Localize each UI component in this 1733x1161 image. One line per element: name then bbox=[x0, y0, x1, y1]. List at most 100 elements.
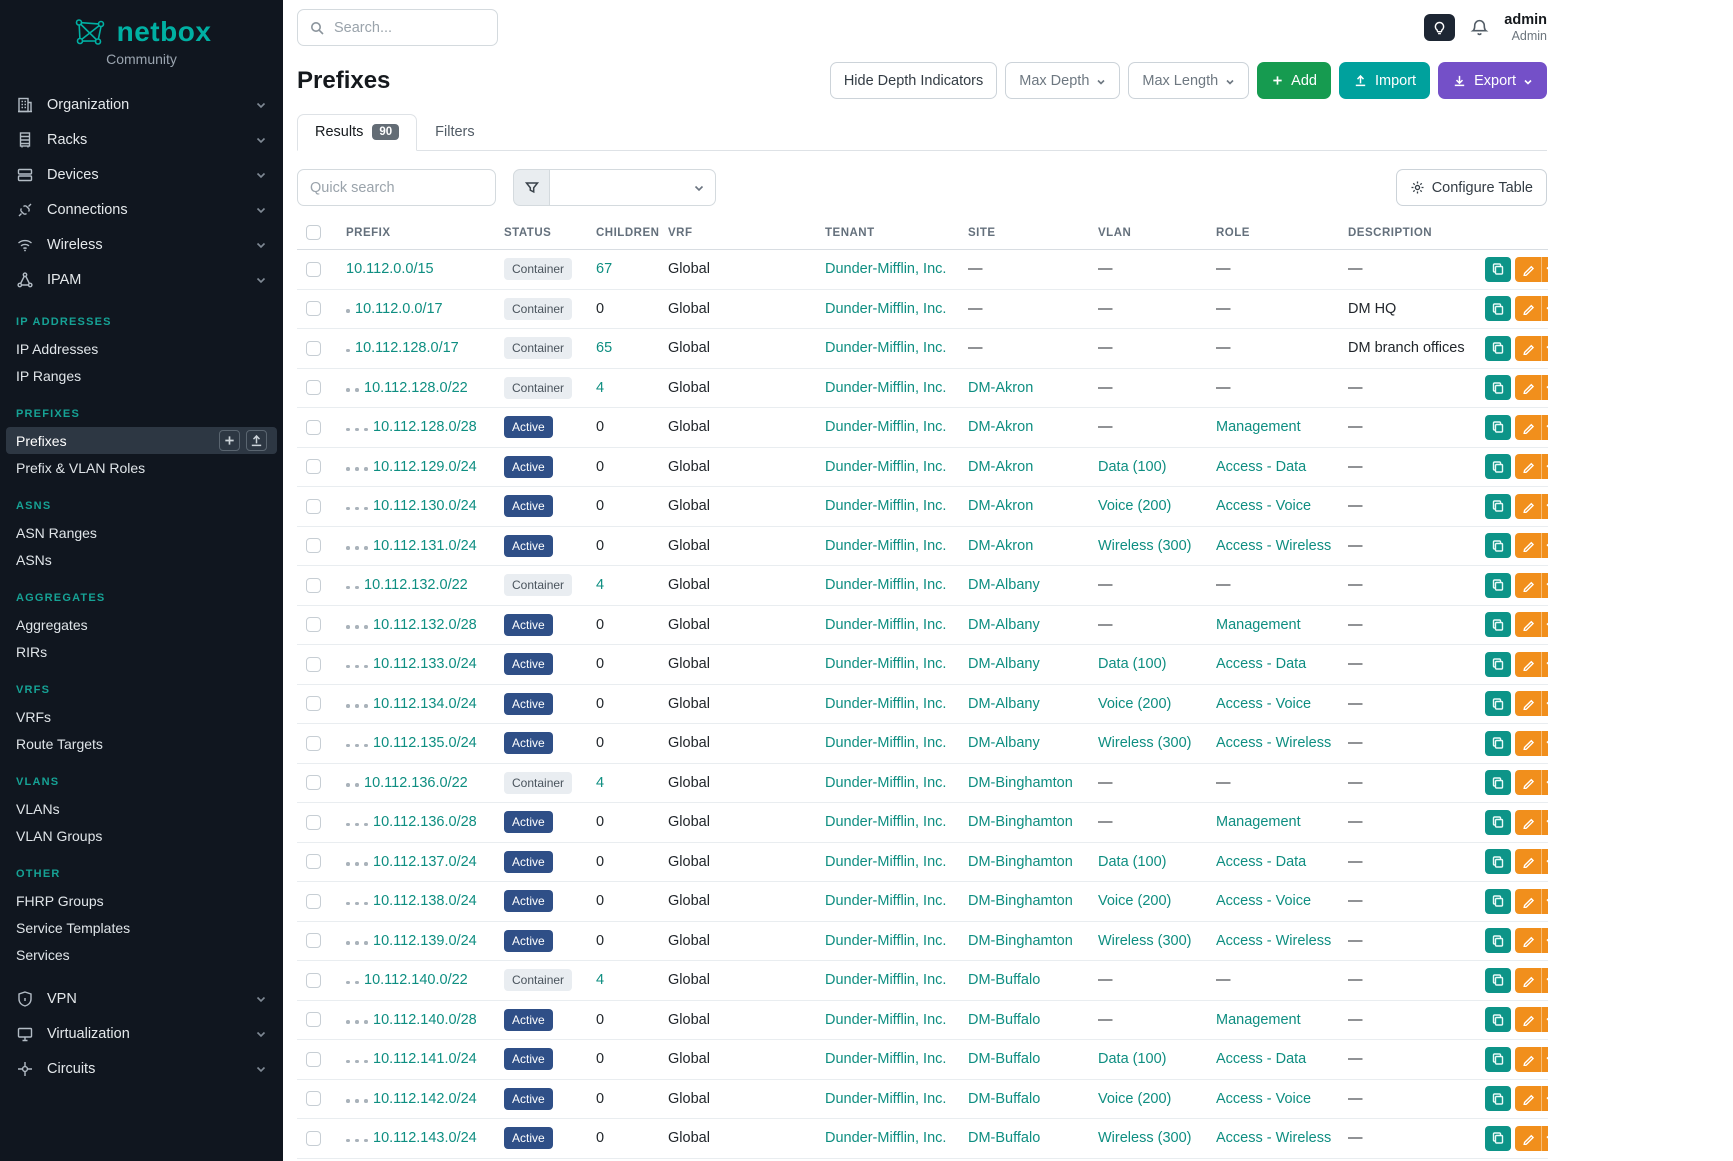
role-link[interactable]: Management bbox=[1216, 814, 1301, 830]
prefix-link[interactable]: 10.112.129.0/24 bbox=[373, 459, 477, 475]
sidebar-item-service-templates[interactable]: Service Templates bbox=[0, 914, 283, 941]
children-count[interactable]: 4 bbox=[596, 972, 604, 988]
prefix-link[interactable]: 10.112.132.0/28 bbox=[373, 617, 477, 633]
row-checkbox[interactable] bbox=[306, 736, 321, 751]
sidebar-item-prefixes[interactable]: Prefixes bbox=[6, 427, 277, 454]
max-length-button[interactable]: Max Length bbox=[1128, 62, 1249, 99]
hide-depth-indicators-button[interactable]: Hide Depth Indicators bbox=[830, 62, 997, 99]
sidebar-item-services[interactable]: Services bbox=[0, 941, 283, 968]
configure-table-button[interactable]: Configure Table bbox=[1396, 169, 1547, 206]
children-count[interactable]: 0 bbox=[596, 656, 604, 672]
row-checkbox[interactable] bbox=[306, 341, 321, 356]
row-checkbox[interactable] bbox=[306, 617, 321, 632]
prefix-link[interactable]: 10.112.143.0/24 bbox=[373, 1130, 477, 1146]
row-checkbox[interactable] bbox=[306, 775, 321, 790]
site-link[interactable]: DM-Binghamton bbox=[968, 933, 1073, 949]
tenant-link[interactable]: Dunder-Mifflin, Inc. bbox=[825, 577, 946, 593]
role-link[interactable]: Management bbox=[1216, 419, 1301, 435]
vlan-link[interactable]: — bbox=[1098, 340, 1113, 356]
quick-search-input[interactable] bbox=[297, 169, 496, 206]
chevron-down-icon[interactable] bbox=[1541, 928, 1548, 953]
site-link[interactable]: DM-Binghamton bbox=[968, 775, 1073, 791]
children-count[interactable]: 0 bbox=[596, 933, 604, 949]
role-link[interactable]: Access - Data bbox=[1216, 656, 1306, 672]
tenant-link[interactable]: Dunder-Mifflin, Inc. bbox=[825, 775, 946, 791]
edit-button[interactable] bbox=[1515, 849, 1548, 874]
role-link[interactable]: Access - Voice bbox=[1216, 893, 1311, 909]
role-link[interactable]: Access - Voice bbox=[1216, 498, 1311, 514]
edit-button[interactable] bbox=[1515, 612, 1548, 637]
role-link[interactable]: Access - Wireless bbox=[1216, 1130, 1331, 1146]
site-link[interactable]: DM-Akron bbox=[968, 380, 1033, 396]
bell-icon[interactable] bbox=[1470, 18, 1489, 37]
edit-button[interactable] bbox=[1515, 691, 1548, 716]
brand[interactable]: netbox Community bbox=[0, 0, 283, 71]
copy-button[interactable] bbox=[1485, 336, 1511, 361]
vlan-link[interactable]: Voice (200) bbox=[1098, 696, 1171, 712]
role-link[interactable]: — bbox=[1216, 380, 1231, 396]
site-link[interactable]: DM-Albany bbox=[968, 577, 1040, 593]
chevron-down-icon[interactable] bbox=[1541, 691, 1548, 716]
site-link[interactable]: DM-Buffalo bbox=[968, 972, 1040, 988]
sidebar-group-wireless[interactable]: Wireless bbox=[0, 227, 283, 262]
prefix-link[interactable]: 10.112.128.0/28 bbox=[373, 419, 477, 435]
edit-button[interactable] bbox=[1515, 770, 1548, 795]
edit-button[interactable] bbox=[1515, 494, 1548, 519]
role-link[interactable]: Access - Voice bbox=[1216, 1091, 1311, 1107]
children-count[interactable]: 0 bbox=[596, 1091, 604, 1107]
prefix-link[interactable]: 10.112.138.0/24 bbox=[373, 893, 477, 909]
children-count[interactable]: 0 bbox=[596, 696, 604, 712]
copy-button[interactable] bbox=[1485, 1007, 1511, 1032]
site-link[interactable]: DM-Binghamton bbox=[968, 814, 1073, 830]
edit-button[interactable] bbox=[1515, 454, 1548, 479]
role-link[interactable]: — bbox=[1216, 301, 1231, 317]
import-button[interactable]: Import bbox=[1339, 62, 1430, 99]
tenant-link[interactable]: Dunder-Mifflin, Inc. bbox=[825, 854, 946, 870]
prefix-link[interactable]: 10.112.133.0/24 bbox=[373, 656, 477, 672]
sidebar-item-aggregates[interactable]: Aggregates bbox=[0, 611, 283, 638]
tenant-link[interactable]: Dunder-Mifflin, Inc. bbox=[825, 972, 946, 988]
chevron-down-icon[interactable] bbox=[1541, 257, 1548, 282]
chevron-down-icon[interactable] bbox=[1541, 889, 1548, 914]
prefix-link[interactable]: 10.112.136.0/22 bbox=[364, 775, 468, 791]
site-link[interactable]: — bbox=[968, 301, 983, 317]
copy-button[interactable] bbox=[1485, 849, 1511, 874]
row-checkbox[interactable] bbox=[306, 380, 321, 395]
role-link[interactable]: — bbox=[1216, 972, 1231, 988]
chevron-down-icon[interactable] bbox=[1541, 731, 1548, 756]
site-link[interactable]: DM-Buffalo bbox=[968, 1012, 1040, 1028]
role-link[interactable]: Access - Wireless bbox=[1216, 538, 1331, 554]
site-link[interactable]: DM-Albany bbox=[968, 696, 1040, 712]
tenant-link[interactable]: Dunder-Mifflin, Inc. bbox=[825, 656, 946, 672]
tenant-link[interactable]: Dunder-Mifflin, Inc. bbox=[825, 1012, 946, 1028]
copy-button[interactable] bbox=[1485, 928, 1511, 953]
tenant-link[interactable]: Dunder-Mifflin, Inc. bbox=[825, 814, 946, 830]
copy-button[interactable] bbox=[1485, 257, 1511, 282]
site-link[interactable]: DM-Akron bbox=[968, 538, 1033, 554]
edit-button[interactable] bbox=[1515, 257, 1548, 282]
role-link[interactable]: Access - Data bbox=[1216, 459, 1306, 475]
tab-results[interactable]: Results 90 bbox=[297, 114, 417, 151]
copy-button[interactable] bbox=[1485, 691, 1511, 716]
site-link[interactable]: DM-Albany bbox=[968, 617, 1040, 633]
sidebar-item-vlan-groups[interactable]: VLAN Groups bbox=[0, 822, 283, 849]
edit-button[interactable] bbox=[1515, 573, 1548, 598]
tenant-link[interactable]: Dunder-Mifflin, Inc. bbox=[825, 1130, 946, 1146]
search-input[interactable] bbox=[334, 20, 486, 36]
select-all-checkbox[interactable] bbox=[306, 225, 321, 240]
sidebar-group-connections[interactable]: Connections bbox=[0, 192, 283, 227]
chevron-down-icon[interactable] bbox=[1541, 612, 1548, 637]
column-header-role[interactable]: Role bbox=[1208, 218, 1340, 250]
copy-button[interactable] bbox=[1485, 1086, 1511, 1111]
row-checkbox[interactable] bbox=[306, 578, 321, 593]
row-checkbox[interactable] bbox=[306, 499, 321, 514]
edit-button[interactable] bbox=[1515, 889, 1548, 914]
prefix-link[interactable]: 10.112.0.0/17 bbox=[355, 301, 443, 317]
site-link[interactable]: — bbox=[968, 340, 983, 356]
sidebar-group-devices[interactable]: Devices bbox=[0, 157, 283, 192]
add-button[interactable]: Add bbox=[1257, 62, 1331, 99]
copy-button[interactable] bbox=[1485, 612, 1511, 637]
children-count[interactable]: 4 bbox=[596, 577, 604, 593]
tenant-link[interactable]: Dunder-Mifflin, Inc. bbox=[825, 301, 946, 317]
edit-button[interactable] bbox=[1515, 296, 1548, 321]
